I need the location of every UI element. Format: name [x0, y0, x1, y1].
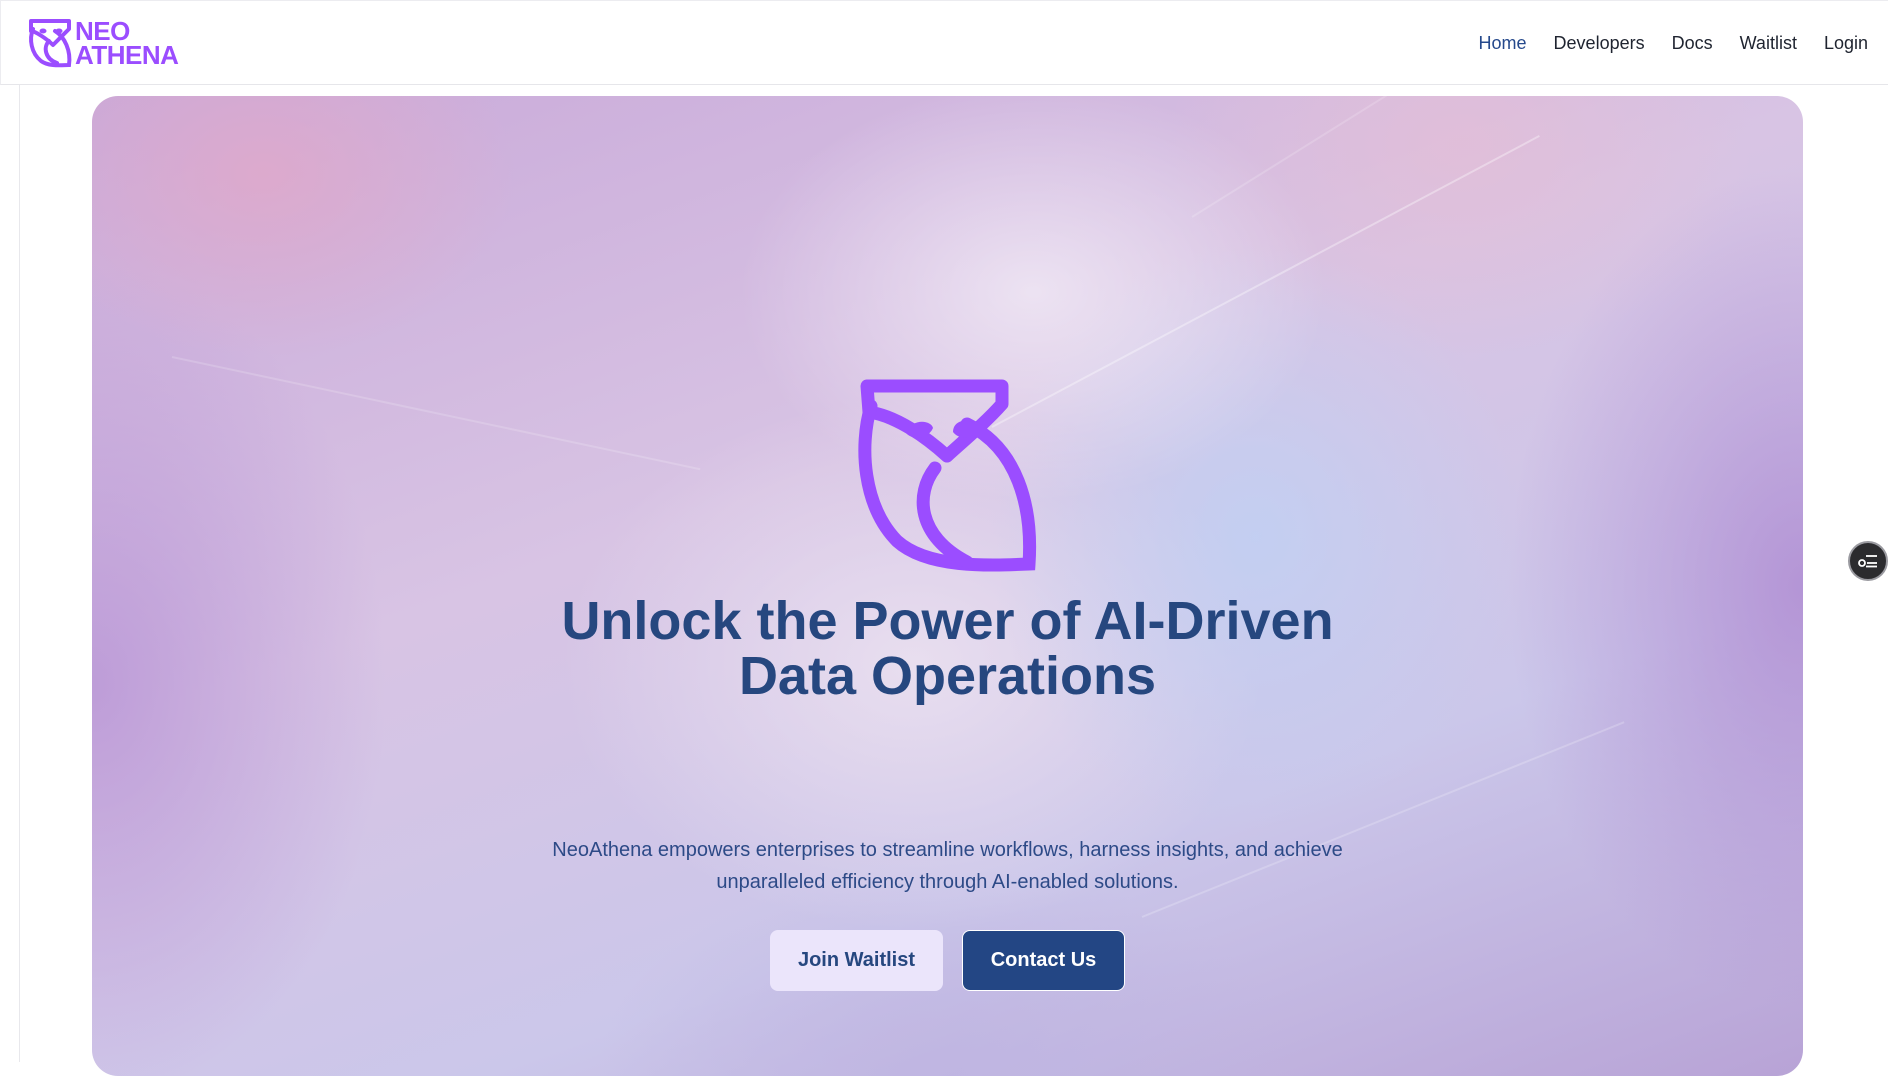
- hero-section: Unlock the Power of AI-Driven Data Opera…: [92, 96, 1803, 1076]
- nav-link-login[interactable]: Login: [1824, 33, 1868, 54]
- hero-headline-line2: Data Operations: [738, 646, 1157, 706]
- hero-subtitle-line1: NeoAthena empowers enterprises to stream…: [552, 839, 1343, 861]
- background-streak: [991, 135, 1540, 428]
- nav-link-developers[interactable]: Developers: [1554, 33, 1645, 54]
- hero-headline-line1: Unlock the Power of AI-Driven: [561, 591, 1334, 651]
- sliders-icon: [1858, 555, 1877, 568]
- hero-subtitle-line2: unparalleled efficiency through AI-enabl…: [716, 871, 1179, 893]
- owl-logo-icon: [29, 19, 72, 68]
- hero-cta-group: Join Waitlist Contact Us: [92, 930, 1803, 991]
- top-navigation-bar: NEO ATHENA Home Developers Docs Waitlist…: [0, 0, 1888, 85]
- floating-settings-button[interactable]: [1848, 541, 1888, 581]
- owl-icon: [858, 379, 1037, 572]
- background-streak: [171, 356, 701, 471]
- hero-headline: Unlock the Power of AI-Driven Data Opera…: [92, 594, 1803, 704]
- hero-subtitle: NeoAthena empowers enterprises to stream…: [92, 834, 1803, 898]
- main-nav: Home Developers Docs Waitlist Login: [1479, 1, 1868, 86]
- join-waitlist-button[interactable]: Join Waitlist: [770, 930, 943, 991]
- nav-link-docs[interactable]: Docs: [1672, 33, 1713, 54]
- contact-us-button[interactable]: Contact Us: [962, 930, 1125, 991]
- brand-logo[interactable]: NEO ATHENA: [27, 17, 179, 70]
- background-streak: [1191, 96, 1600, 218]
- nav-link-waitlist[interactable]: Waitlist: [1740, 33, 1797, 54]
- brand-wordmark: NEO ATHENA: [75, 18, 179, 70]
- brand-wordmark-line2: ATHENA: [75, 40, 179, 70]
- nav-link-home[interactable]: Home: [1479, 33, 1527, 54]
